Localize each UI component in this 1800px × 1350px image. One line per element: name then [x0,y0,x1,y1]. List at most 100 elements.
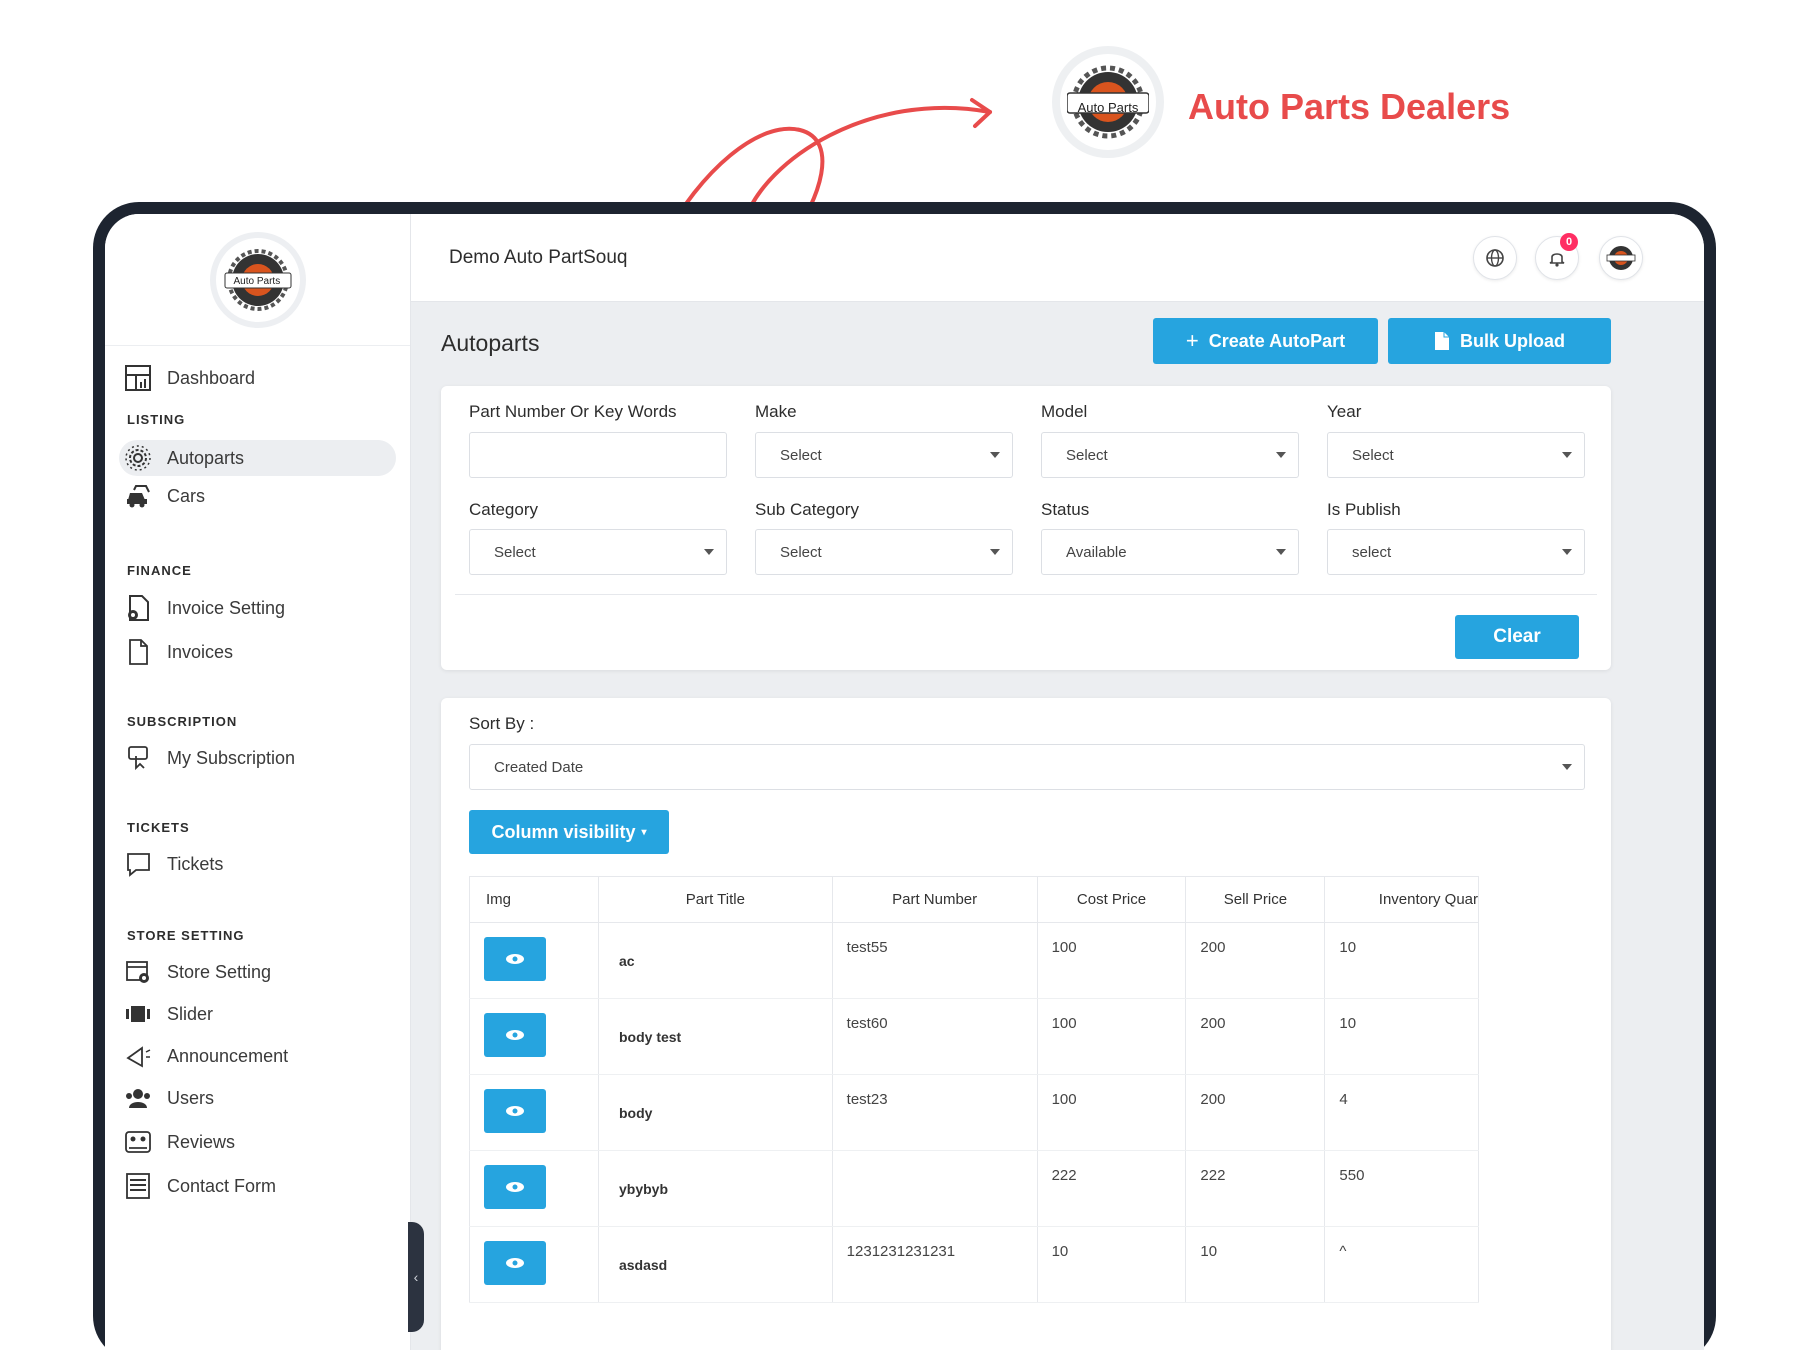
table-cell-img [469,1226,599,1303]
section-tickets: TICKETS [127,820,190,835]
sidebar-item-label: Users [167,1087,215,1108]
sidebar-item-reviews[interactable]: Reviews [119,1124,396,1160]
gears-icon [123,443,153,473]
table-cell-part-title: body test [597,998,833,1075]
eye-icon [506,1258,524,1268]
table-cell-cost-price: 100 [1036,998,1187,1075]
sidebar-item-tickets[interactable]: Tickets [119,846,396,882]
view-image-button[interactable] [484,1241,546,1285]
part-number-input[interactable] [469,432,727,478]
caret-down-icon [1276,452,1286,458]
sidebar-item-dashboard[interactable]: Dashboard [119,360,396,396]
caret-down-icon: ▾ [641,826,647,838]
table-row: ybybyb 222 222 550 [469,1150,1479,1227]
caret-down-icon [1562,549,1572,555]
document-icon [123,637,153,667]
language-button[interactable] [1473,236,1517,280]
table-cell-img [469,1150,599,1227]
status-select[interactable]: Available [1041,529,1299,575]
sidebar-item-store-setting[interactable]: Store Setting [119,954,396,990]
column-header-inventory[interactable]: Inventory Quar [1324,876,1479,923]
filter-divider [455,594,1597,595]
sidebar-item-cars[interactable]: Cars [119,478,396,514]
sort-label: Sort By : [469,714,535,733]
notifications-button[interactable]: 0 [1535,233,1579,280]
column-header-part-number[interactable]: Part Number [831,876,1038,923]
caret-down-icon [704,549,714,555]
table-cell-inventory: 4 [1324,1074,1479,1151]
create-autopart-label: Create AutoPart [1208,330,1346,351]
sub-category-select[interactable]: Select [755,529,1013,575]
clear-button[interactable]: Clear [1455,615,1579,659]
table-header-row: Img Part Title Part Number Cost Price Se… [469,876,1479,923]
sidebar-item-slider[interactable]: Slider [119,996,396,1032]
sidebar-item-invoice-setting[interactable]: Invoice Setting [119,590,396,626]
column-header-part-title[interactable]: Part Title [597,876,833,923]
table-cell-part-number: 1231231231231 [831,1226,1038,1303]
table-cell-cost-price: 100 [1036,922,1187,999]
caret-down-icon [1562,452,1572,458]
make-select[interactable]: Select [755,432,1013,478]
brand-logo-text: Auto Parts [1077,100,1139,115]
bulk-upload-button[interactable]: Bulk Upload [1388,318,1611,364]
sidebar-item-users[interactable]: Users [119,1080,396,1116]
model-value: Select [1066,446,1108,464]
table-cell-part-title: asdasd [597,1226,833,1303]
view-image-button[interactable] [484,1013,546,1057]
table-cell-part-number: test23 [831,1074,1038,1151]
sidebar-logo[interactable]: Auto Parts [209,231,306,328]
sidebar-item-invoices[interactable]: Invoices [119,634,396,670]
brand-logo: Auto Parts [1052,46,1164,158]
table-cell-img [469,998,599,1075]
megaphone-icon [123,1041,153,1071]
file-icon [1434,332,1449,350]
sort-select[interactable]: Created Date [469,744,1585,790]
sidebar-item-label: Dashboard [167,367,256,388]
table-cell-part-number: test60 [831,998,1038,1075]
sort-value: Created Date [494,758,584,776]
model-label: Model [1041,402,1088,421]
column-header-img[interactable]: Img [469,876,599,923]
create-autopart-button[interactable]: + Create AutoPart [1153,318,1378,364]
sidebar-item-label: Invoice Setting [167,597,286,618]
sidebar-item-announcement[interactable]: Announcement [119,1038,396,1074]
column-header-cost-price[interactable]: Cost Price [1036,876,1187,923]
sidebar-item-contact-form[interactable]: Contact Form [119,1168,396,1204]
table-cell-inventory: ^ [1324,1226,1479,1303]
sidebar-item-autoparts[interactable]: Autoparts [119,440,396,476]
table-cell-part-number [831,1150,1038,1227]
bell-icon [1549,253,1565,267]
table-cell-cost-price: 100 [1036,1074,1187,1151]
model-select[interactable]: Select [1041,432,1299,478]
sidebar-item-my-subscription[interactable]: My Subscription [119,740,396,776]
sidebar-item-label: Announcement [167,1045,289,1066]
sidebar-item-label: Autoparts [167,447,245,468]
view-image-button[interactable] [484,1089,546,1133]
globe-icon [1486,249,1504,267]
profile-avatar[interactable] [1599,236,1643,280]
column-visibility-button[interactable]: Column visibility ▾ [469,810,669,854]
caret-down-icon [990,549,1000,555]
section-store-setting: STORE SETTING [127,928,245,943]
year-select[interactable]: Select [1327,432,1585,478]
category-select[interactable]: Select [469,529,727,575]
filter-card: Part Number Or Key Words Make Select Mod… [441,386,1611,670]
view-image-button[interactable] [484,937,546,981]
is-publish-select[interactable]: select [1327,529,1585,575]
table-cell-part-title: body [597,1074,833,1151]
top-bar: Demo Auto PartSouq 0 [411,214,1704,302]
page-title: Autoparts [441,330,540,356]
table-cell-sell-price: 10 [1185,1226,1326,1303]
caret-down-icon [1276,549,1286,555]
sub-category-value: Select [780,543,822,561]
view-image-button[interactable] [484,1165,546,1209]
slider-icon [123,999,153,1029]
table-cell-sell-price: 200 [1185,922,1326,999]
sidebar-collapse-toggle[interactable]: ‹ [408,1222,424,1332]
status-value: Available [1066,543,1127,561]
table-cell-inventory: 550 [1324,1150,1479,1227]
sidebar: Auto Parts Dashboard LISTING Autoparts C… [105,214,411,1350]
category-label: Category [469,500,538,519]
table-cell-img [469,922,599,999]
column-header-sell-price[interactable]: Sell Price [1185,876,1326,923]
